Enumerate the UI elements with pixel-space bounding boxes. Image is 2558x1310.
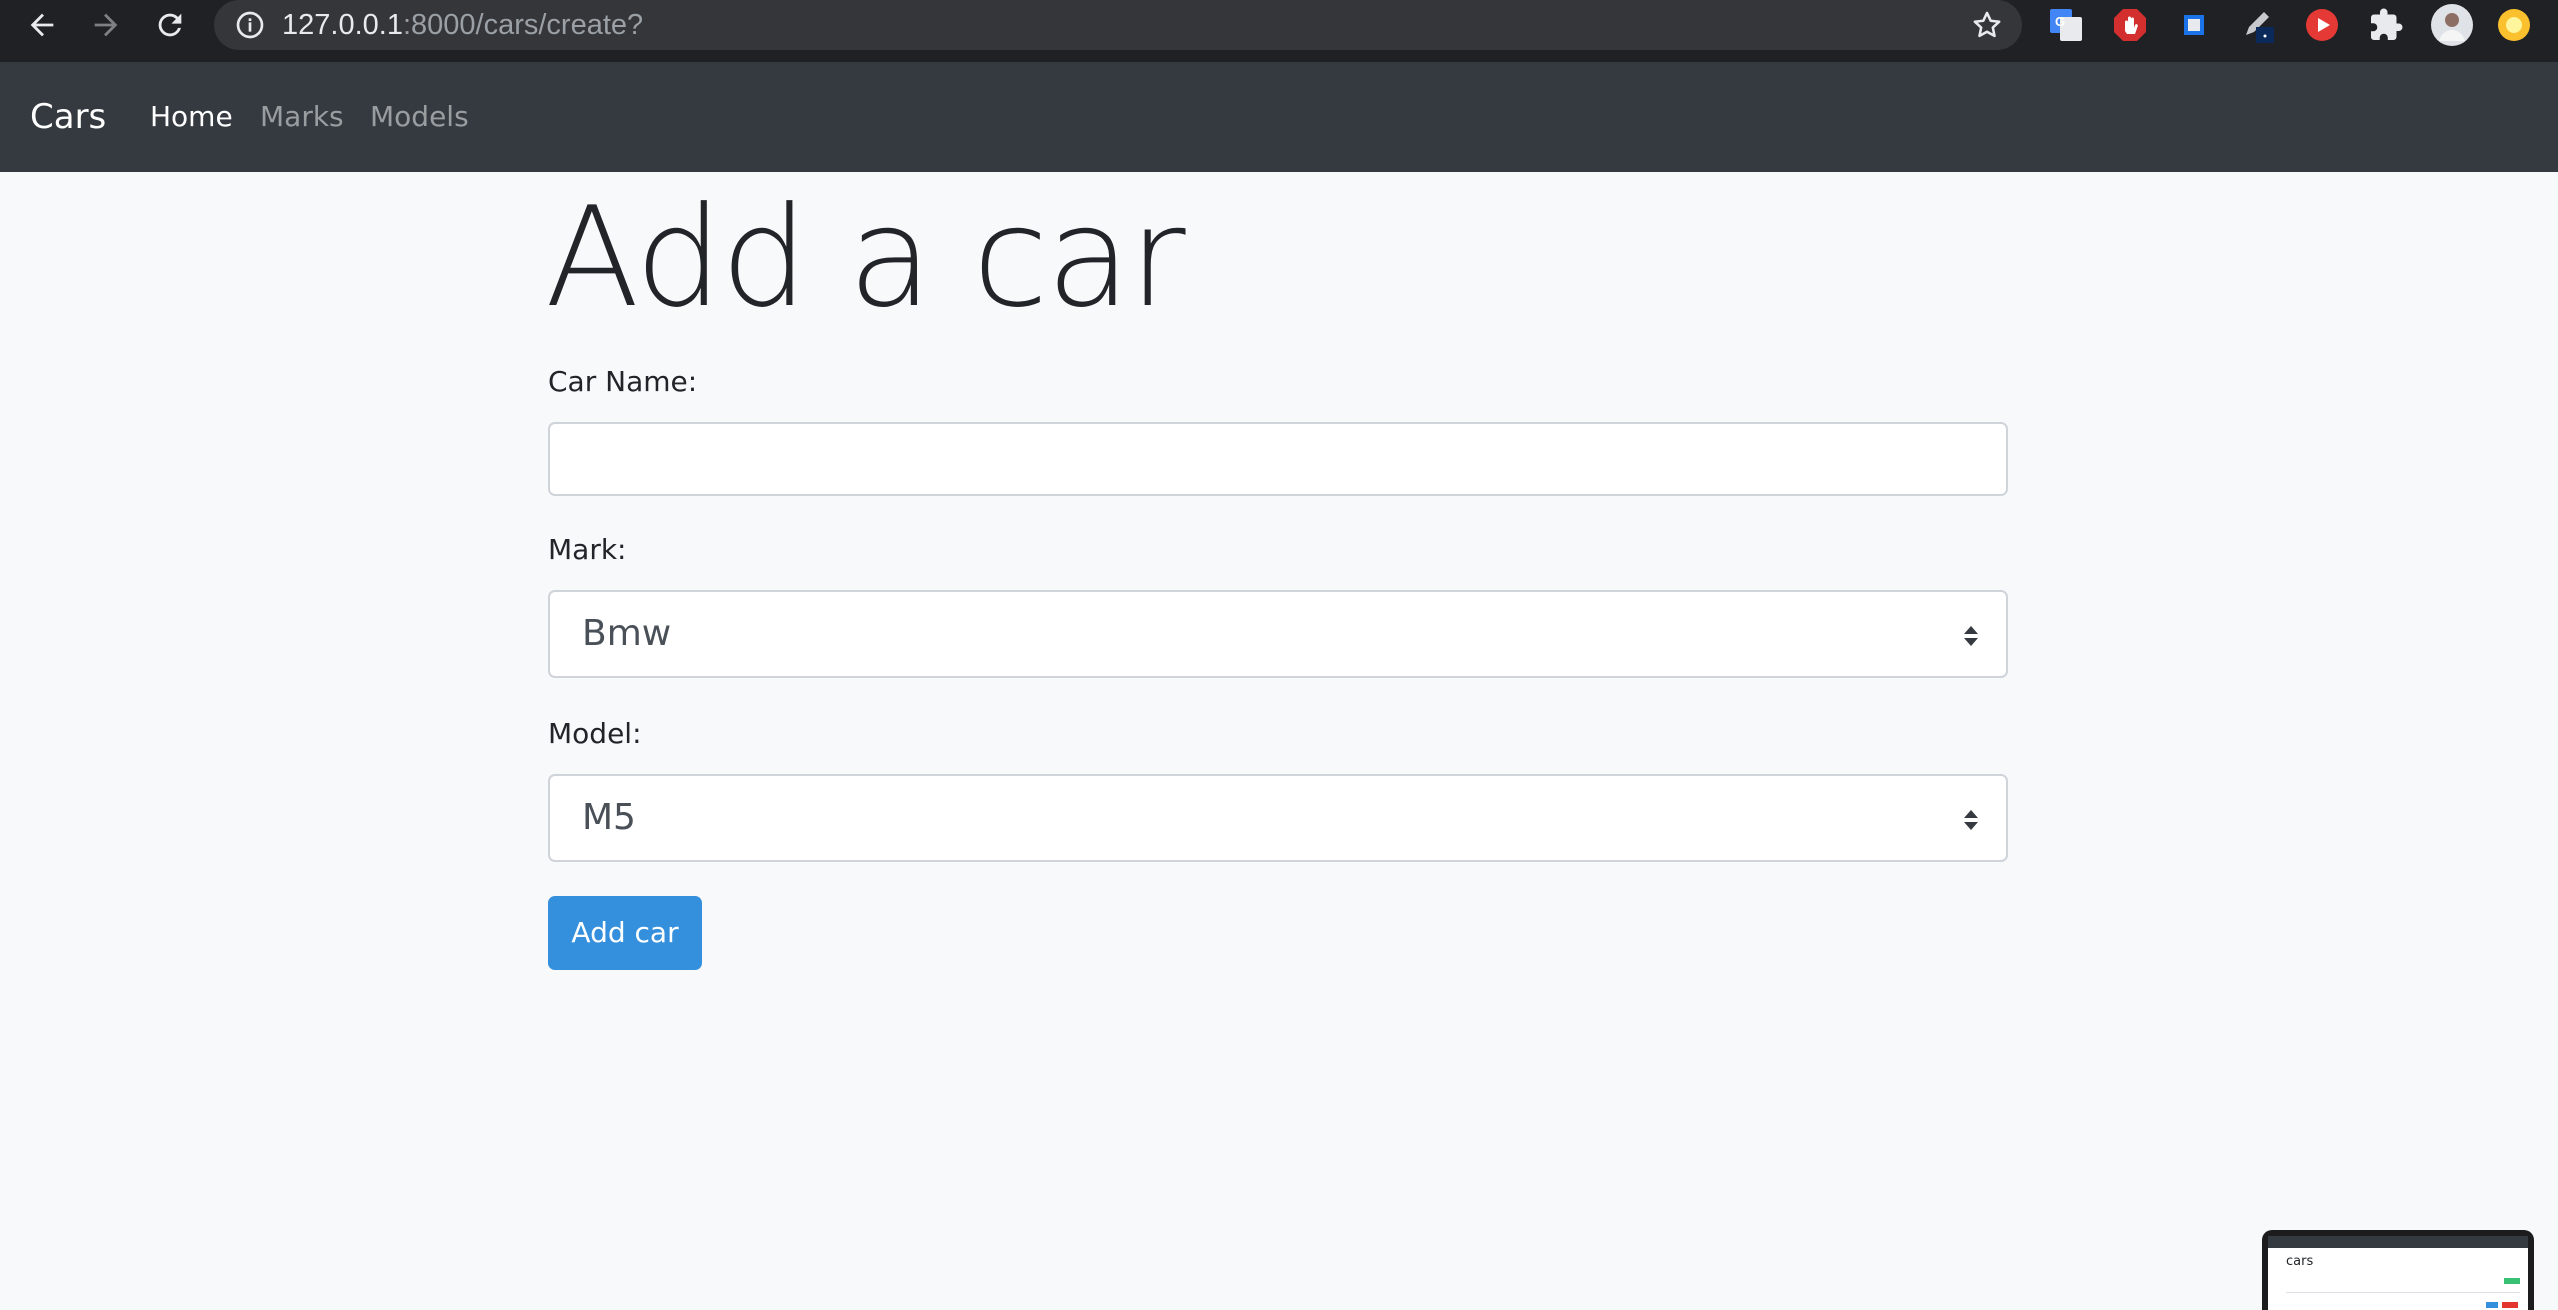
navbar-brand[interactable]: Cars: [30, 94, 106, 140]
thumbnail-page: cars: [2268, 1236, 2528, 1310]
url-path: :8000/cars/create?: [402, 9, 644, 41]
thumbnail-add-button: [2504, 1278, 2520, 1284]
yellow-extension-icon[interactable]: [2496, 7, 2532, 43]
select-arrows-icon: [1964, 626, 1978, 646]
forward-arrow-icon[interactable]: [76, 0, 136, 50]
thumbnail-delete-button: [2502, 1302, 2518, 1308]
select-arrows-icon: [1964, 810, 1978, 830]
blue-square-extension-icon[interactable]: [2176, 7, 2212, 43]
preview-thumbnail[interactable]: cars: [2262, 1230, 2534, 1310]
thumbnail-edit-button: [2486, 1302, 2498, 1308]
thumbnail-table-row: [2286, 1292, 2520, 1293]
model-label: Model:: [548, 717, 642, 750]
address-bar[interactable]: 127.0.0.1:8000/cars/create?: [214, 0, 2022, 50]
extensions-puzzle-icon[interactable]: [2368, 7, 2404, 43]
nav-link-marks[interactable]: Marks: [260, 98, 344, 136]
site-info-icon[interactable]: [234, 9, 266, 41]
back-arrow-icon[interactable]: [12, 0, 72, 50]
google-translate-extension-icon[interactable]: G: [2048, 7, 2084, 43]
car-name-input[interactable]: [548, 422, 2008, 496]
reload-icon[interactable]: [140, 0, 200, 50]
url-host: 127.0.0.1: [282, 9, 403, 41]
model-select[interactable]: M5: [548, 774, 2008, 862]
svg-text:G: G: [2055, 14, 2065, 29]
car-name-label: Car Name:: [548, 365, 698, 398]
pen-extension-icon[interactable]: [2240, 7, 2276, 43]
profile-avatar[interactable]: [2430, 3, 2474, 47]
mark-select-value: Bmw: [582, 613, 672, 654]
mark-select[interactable]: Bmw: [548, 590, 2008, 678]
nav-link-models[interactable]: Models: [370, 98, 469, 136]
adblock-extension-icon[interactable]: [2112, 7, 2148, 43]
site-navbar: Cars Home Marks Models: [0, 62, 2558, 172]
thumbnail-title: cars: [2286, 1254, 2314, 1269]
browser-toolbar: 127.0.0.1:8000/cars/create? G: [0, 0, 2558, 62]
nav-link-home[interactable]: Home: [150, 98, 233, 136]
mark-label: Mark:: [548, 533, 627, 566]
model-select-value: M5: [582, 797, 636, 838]
thumbnail-navbar: [2268, 1236, 2528, 1248]
page-title: Add a car: [545, 177, 1186, 338]
youtube-extension-icon[interactable]: [2304, 7, 2340, 43]
bookmark-star-icon[interactable]: [1970, 8, 2004, 42]
add-car-button[interactable]: Add car: [548, 896, 702, 970]
address-url[interactable]: 127.0.0.1:8000/cars/create?: [282, 6, 643, 44]
